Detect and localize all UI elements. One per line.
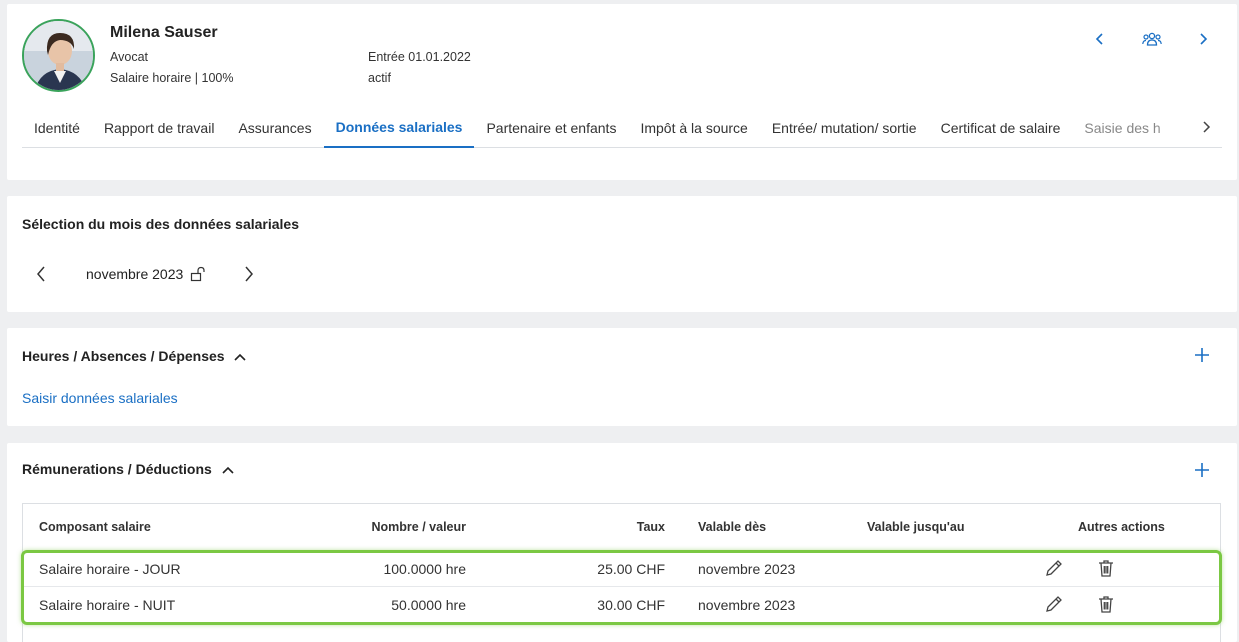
- add-remuneration-button[interactable]: [1193, 461, 1211, 479]
- employee-wage-info: Salaire horaire | 100%: [110, 71, 234, 85]
- delete-button[interactable]: [1096, 594, 1116, 614]
- column-header-valid-from: Valable dès: [698, 520, 767, 534]
- cell-rate: 25.00 CHF: [597, 561, 665, 577]
- employee-header-card: Milena Sauser Avocat Salaire horaire | 1…: [7, 4, 1237, 180]
- trash-icon: [1099, 560, 1113, 577]
- employee-role: Avocat: [110, 50, 148, 64]
- employee-name: Milena Sauser: [110, 24, 218, 41]
- employee-status: actif: [368, 71, 391, 85]
- month-selection-card: Sélection du mois des données salariales…: [7, 196, 1237, 312]
- previous-month-button[interactable]: [31, 264, 51, 284]
- next-employee-button[interactable]: [1192, 28, 1214, 50]
- tabs-fade-overlay: [1155, 108, 1195, 146]
- tab-certificat-de-salaire[interactable]: Certificat de salaire: [929, 108, 1073, 148]
- pencil-icon: [1046, 560, 1062, 576]
- chevron-right-icon: [1200, 33, 1208, 45]
- tab-rapport-de-travail[interactable]: Rapport de travail: [92, 108, 227, 148]
- cell-component: Salaire horaire - NUIT: [39, 597, 176, 613]
- chevron-up-icon: [234, 354, 247, 361]
- hours-section-header[interactable]: Heures / Absences / Dépenses: [22, 348, 247, 364]
- remuneration-card: Rémunerations / Déductions Composant sal…: [7, 443, 1237, 642]
- cell-quantity: 100.0000 hre: [383, 561, 466, 577]
- enter-salary-data-link[interactable]: Saisir données salariales: [22, 390, 178, 406]
- tab-identite[interactable]: Identité: [22, 108, 92, 148]
- chevron-right-icon: [1203, 121, 1211, 133]
- delete-button[interactable]: [1096, 558, 1116, 578]
- tab-assurances[interactable]: Assurances: [226, 108, 323, 148]
- hours-absences-card: Heures / Absences / Dépenses Saisir donn…: [7, 328, 1237, 426]
- edit-button[interactable]: [1044, 594, 1064, 614]
- previous-employee-button[interactable]: [1089, 28, 1111, 50]
- employee-list-button[interactable]: [1140, 28, 1164, 50]
- table-row: Salaire horaire - JOUR 100.0000 hre 25.0…: [23, 551, 1220, 586]
- column-header-rate: Taux: [636, 520, 665, 534]
- cell-rate: 30.00 CHF: [597, 597, 665, 613]
- column-header-quantity: Nombre / valeur: [371, 520, 466, 534]
- unlocked-icon[interactable]: [190, 266, 206, 282]
- tab-partenaire-et-enfants[interactable]: Partenaire et enfants: [474, 108, 628, 148]
- remuneration-section-header[interactable]: Rémunerations / Déductions: [22, 461, 234, 477]
- column-header-actions: Autres actions: [1078, 520, 1165, 534]
- chevron-up-icon: [222, 467, 234, 474]
- hours-section-title: Heures / Absences / Dépenses: [22, 348, 225, 364]
- month-section-title: Sélection du mois des données salariales: [22, 216, 299, 232]
- edit-button[interactable]: [1044, 558, 1064, 578]
- chevron-right-icon: [245, 266, 253, 282]
- selected-month: novembre 2023: [86, 266, 184, 282]
- group-icon: [1142, 32, 1162, 46]
- cell-valid-from: novembre 2023: [698, 597, 796, 613]
- employee-tabs: Identité Rapport de travail Assurances D…: [22, 108, 1222, 148]
- remuneration-section-title: Rémunerations / Déductions: [22, 461, 212, 477]
- remuneration-table: Composant salaire Nombre / valeur Taux V…: [22, 503, 1221, 642]
- employee-entry-date: Entrée 01.01.2022: [368, 50, 471, 64]
- cell-quantity: 50.0000 hre: [391, 597, 466, 613]
- trash-icon: [1099, 596, 1113, 613]
- pencil-icon: [1046, 596, 1062, 612]
- column-header-component: Composant salaire: [39, 520, 151, 534]
- tabs-scroll-right-button[interactable]: [1196, 116, 1216, 138]
- cell-component: Salaire horaire - JOUR: [39, 561, 181, 577]
- plus-icon: [1195, 463, 1209, 477]
- plus-icon: [1195, 348, 1209, 362]
- cell-valid-from: novembre 2023: [698, 561, 796, 577]
- add-hours-button[interactable]: [1193, 346, 1211, 364]
- table-row: Salaire horaire - NUIT 50.0000 hre 30.00…: [23, 586, 1220, 621]
- tab-donnees-salariales[interactable]: Données salariales: [323, 108, 475, 148]
- chevron-left-icon: [37, 266, 45, 282]
- tab-impot-a-la-source[interactable]: Impôt à la source: [628, 108, 759, 148]
- chevron-left-icon: [1095, 33, 1103, 45]
- employee-avatar: [22, 19, 95, 92]
- tab-entree-mutation-sortie[interactable]: Entrée/ mutation/ sortie: [760, 108, 929, 148]
- next-month-button[interactable]: [239, 264, 259, 284]
- column-header-valid-to: Valable jusqu'au: [867, 520, 965, 534]
